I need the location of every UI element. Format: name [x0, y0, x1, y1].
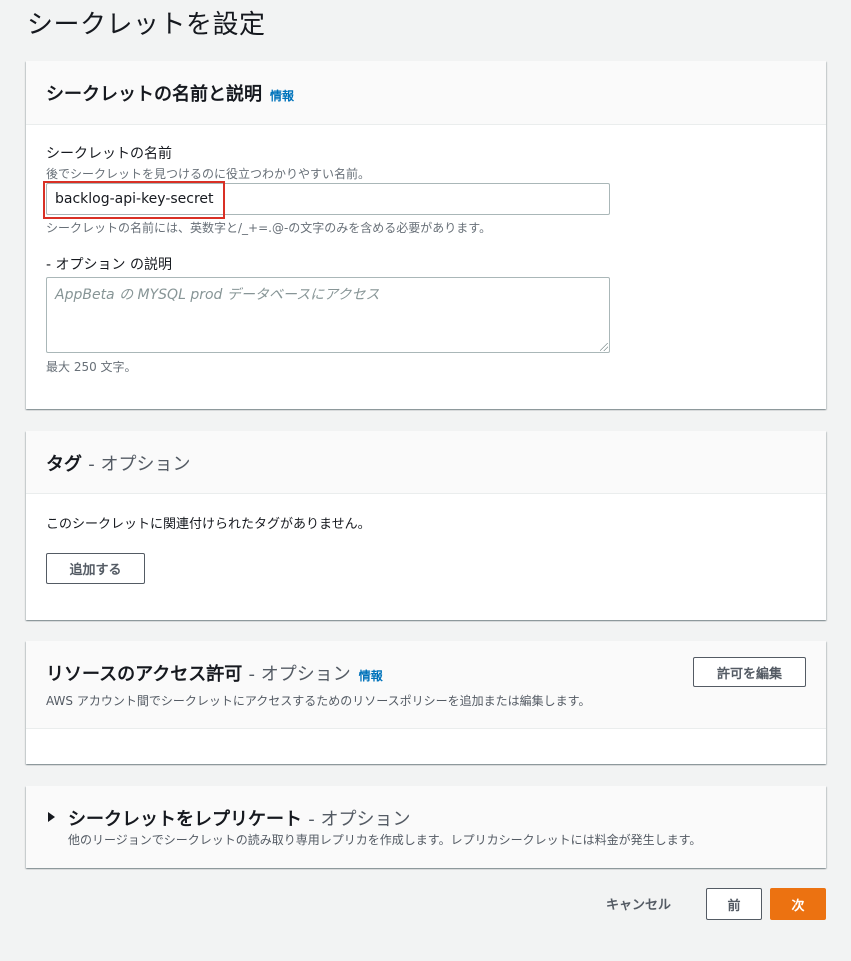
optional-label: - オプション	[308, 809, 411, 830]
add-tag-button[interactable]: 追加する	[46, 553, 145, 584]
info-link[interactable]: 情報	[359, 669, 383, 683]
secret-name-label: シークレットの名前	[46, 146, 172, 162]
info-link[interactable]: 情報	[270, 89, 294, 103]
cancel-button[interactable]: キャンセル	[606, 894, 671, 913]
previous-button[interactable]: 前	[706, 888, 762, 920]
caret-right-icon[interactable]	[48, 812, 55, 822]
panel-title-text: シークレットをレプリケート	[68, 809, 302, 830]
panel-title-text: タグ	[46, 454, 82, 475]
optional-label: - オプション	[88, 454, 191, 475]
panel-header: リソースのアクセス許可 - オプション 情報 AWS アカウント間でシークレットに…	[26, 641, 826, 729]
edit-permissions-button[interactable]: 許可を編集	[693, 657, 806, 687]
panel-title: タグ - オプション	[46, 450, 191, 476]
panel-header: タグ - オプション	[26, 431, 826, 494]
description-label: - オプション の説明	[46, 257, 172, 273]
panel-title: シークレットの名前と説明 情報	[46, 80, 294, 106]
optional-label: - オプション	[248, 664, 351, 685]
secret-name-constraint: シークレットの名前には、英数字と/_+=.@-の文字のみを含める必要があります。	[46, 221, 492, 235]
description-textarea[interactable]	[46, 277, 610, 353]
name-description-panel: シークレットの名前と説明 情報 シークレットの名前 後でシークレットを見つけるのに…	[26, 61, 826, 409]
description-constraint: 最大 250 文字。	[46, 360, 137, 374]
panel-description: AWS アカウント間でシークレットにアクセスするためのリソースポリシーを追加また…	[46, 694, 591, 708]
no-tags-message: このシークレットに関連付けられたタグがありません。	[46, 517, 371, 532]
panel-title-text: シークレットの名前と説明	[46, 84, 262, 105]
panel-title-text: リソースのアクセス許可	[46, 664, 243, 685]
tags-panel: タグ - オプション このシークレットに関連付けられたタグがありません。 追加す…	[26, 431, 826, 620]
panel-description: 他のリージョンでシークレットの読み取り専用レプリカを作成します。レプリカシークレ…	[68, 833, 702, 847]
secret-name-input[interactable]	[46, 183, 610, 215]
resource-permissions-panel: リソースのアクセス許可 - オプション 情報 AWS アカウント間でシークレットに…	[26, 641, 826, 764]
panel-title: リソースのアクセス許可 - オプション 情報	[46, 660, 383, 686]
replicate-secret-panel[interactable]: シークレットをレプリケート - オプション 他のリージョンでシークレットの読み取…	[26, 786, 826, 868]
resize-handle[interactable]	[600, 343, 608, 351]
panel-title[interactable]: シークレットをレプリケート - オプション	[68, 805, 411, 831]
description-textarea-wrap	[46, 277, 610, 353]
panel-header: シークレットの名前と説明 情報	[26, 61, 826, 125]
next-button[interactable]: 次	[770, 888, 826, 920]
page-title: シークレットを設定	[27, 10, 266, 40]
secret-name-description: 後でシークレットを見つけるのに役立つわかりやすい名前。	[46, 167, 371, 181]
